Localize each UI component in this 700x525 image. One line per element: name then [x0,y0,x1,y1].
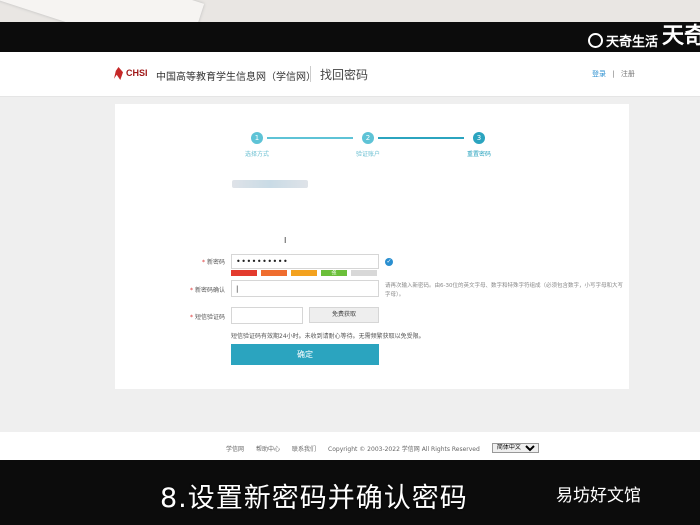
new-password-label: * 新密码 [201,259,225,266]
password-hint: 请再次输入新密码。由6-30位的英文字母、数字和特殊字符组成（必须包含数字，小写… [385,283,623,298]
confirm-password-input[interactable]: | [231,280,379,297]
site-header: CHSI 中国高等教育学生信息网（学信网） 找回密码 登录 | 注册 [0,52,700,97]
desk-background [0,0,700,22]
watermark: 天奇生活 [587,31,658,50]
sms-code-input[interactable] [231,307,303,324]
new-password-input[interactable]: •••••••••• [231,254,379,269]
confirm-button[interactable]: 确定 [231,344,379,365]
step-2-circle: 2 [362,132,374,144]
site-name: 中国高等教育学生信息网（学信网） [156,72,316,83]
caption-subtitle: 8.设置新密码并确认密码 [160,483,468,514]
browser-screen: CHSI 中国高等教育学生信息网（学信网） 找回密码 登录 | 注册 1 2 3… [0,52,700,460]
check-icon: ✓ [385,258,393,266]
step-3-circle: 3 [473,132,485,144]
masked-account-info [232,180,308,188]
confirm-password-label: * 新密码确认 [189,287,225,294]
page-title: 找回密码 [320,68,369,82]
strength-bar-3 [291,270,317,276]
strength-bar-5 [351,270,377,276]
link-divider: | [612,70,615,78]
password-strength-meter: 强 [231,270,377,276]
step-line-1 [267,137,353,139]
step-1-label: 选择方式 [244,151,269,158]
chsi-bird-icon [114,65,124,81]
chsi-logo[interactable]: CHSI [114,65,148,81]
paper-card [0,0,205,22]
step-3-label: 重置密码 [466,151,491,158]
watermark-corner: 天奇 [661,24,700,49]
strength-bar-2 [261,270,287,276]
footer-link-help[interactable]: 帮助中心 [256,444,280,453]
progress-steps: 1 2 3 选择方式 验证账户 重置密码 [115,104,629,184]
copyright: Copyright © 2003-2022 学信网 All Rights Res… [328,445,480,453]
account-links: 登录 | 注册 [592,69,635,79]
watermark-logo-icon [587,33,603,48]
watermark-brand: 天奇生活 [605,35,658,50]
language-select[interactable]: 简体中文 [491,443,539,453]
strength-bar-1 [231,270,257,276]
step-line-2 [378,137,464,139]
footer-link-contact[interactable]: 联系我们 [292,444,316,453]
caption-credit: 易坊好文馆 [556,486,641,506]
header-divider [310,66,311,82]
strength-bar-4: 强 [321,270,347,276]
reset-password-panel: 1 2 3 选择方式 验证账户 重置密码 * 新密码 •••••••••• ✓ 强… [115,104,629,389]
footer-links: 学信网 帮助中心 联系我们 Copyright © 2003-2022 学信网 … [226,443,539,453]
register-link[interactable]: 注册 [621,70,635,78]
sms-note: 短信验证码有效期24小时。未收到请耐心等待。无需频繁获取以免受限。 [231,333,425,340]
text-cursor-icon: I [284,236,287,245]
login-link[interactable]: 登录 [592,70,606,78]
step-1-circle: 1 [251,132,263,144]
footer-link-home[interactable]: 学信网 [226,444,244,453]
sms-code-label: * 短信验证码 [189,314,225,321]
site-footer: 学信网 帮助中心 联系我们 Copyright © 2003-2022 学信网 … [0,432,700,460]
step-2-label: 验证账户 [355,151,380,158]
get-sms-code-button[interactable]: 免费获取 [309,307,379,323]
logo-text: CHSI [126,68,148,78]
